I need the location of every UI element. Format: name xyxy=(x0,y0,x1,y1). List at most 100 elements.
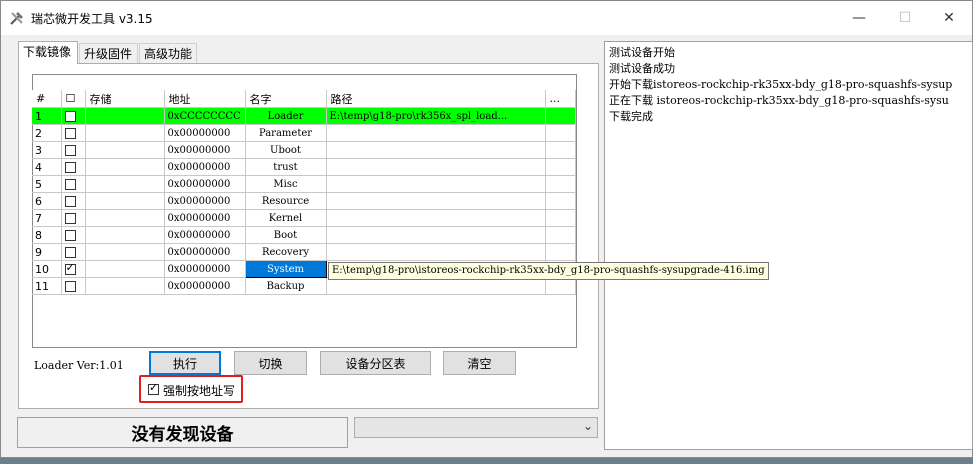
row-checkbox-cell[interactable] xyxy=(61,175,86,193)
row-checkbox[interactable] xyxy=(64,229,76,241)
row-storage[interactable] xyxy=(85,192,165,210)
row-more[interactable] xyxy=(545,226,576,244)
table-row[interactable]: 2 0x00000000 Parameter xyxy=(32,124,576,142)
row-more[interactable] xyxy=(545,277,576,295)
force-address-label[interactable]: 强制按地址写 xyxy=(163,382,235,399)
row-storage[interactable] xyxy=(85,175,165,193)
row-path[interactable] xyxy=(326,192,546,210)
row-checkbox[interactable] xyxy=(64,246,76,258)
row-address[interactable]: 0x00000000 xyxy=(164,175,246,193)
row-more[interactable] xyxy=(545,141,576,159)
row-checkbox-cell[interactable] xyxy=(61,124,86,142)
row-path[interactable] xyxy=(326,158,546,176)
col-header-more[interactable]: ... xyxy=(545,90,576,108)
row-checkbox[interactable] xyxy=(64,127,76,139)
row-storage[interactable] xyxy=(85,209,165,227)
col-header-index[interactable]: # xyxy=(32,90,62,108)
row-checkbox[interactable] xyxy=(64,195,76,207)
col-header-storage[interactable]: 存储 xyxy=(85,90,165,108)
row-address[interactable]: 0x00000000 xyxy=(164,141,246,159)
row-name[interactable]: Loader xyxy=(245,107,327,125)
row-name[interactable]: Misc xyxy=(245,175,327,193)
row-checkbox-cell[interactable] xyxy=(61,158,86,176)
row-checkbox-cell[interactable] xyxy=(61,141,86,159)
row-path[interactable] xyxy=(326,209,546,227)
table-row[interactable]: 3 0x00000000 Uboot xyxy=(32,141,576,159)
log-panel[interactable]: 测试设备开始 测试设备成功 开始下载istoreos-rockchip-rk35… xyxy=(604,41,973,450)
clear-button[interactable]: 清空 xyxy=(443,351,516,375)
table-row[interactable]: 5 0x00000000 Misc xyxy=(32,175,576,193)
partition-table-button[interactable]: 设备分区表 xyxy=(320,351,431,375)
row-checkbox[interactable] xyxy=(64,144,76,156)
row-path[interactable] xyxy=(326,141,546,159)
maximize-button[interactable]: ☐ xyxy=(882,1,928,35)
table-row[interactable]: 7 0x00000000 Kernel xyxy=(32,209,576,227)
row-checkbox[interactable] xyxy=(64,110,76,122)
table-row[interactable]: 4 0x00000000 trust xyxy=(32,158,576,176)
col-header-path[interactable]: 路径 xyxy=(326,90,546,108)
row-storage[interactable] xyxy=(85,243,165,261)
table-row[interactable]: 6 0x00000000 Resource xyxy=(32,192,576,210)
row-address[interactable]: 0xCCCCCCCC xyxy=(164,107,246,125)
row-path[interactable]: E:\temp\g18-pro\rk356x_spl_load... xyxy=(326,107,546,125)
row-checkbox[interactable] xyxy=(64,261,76,275)
row-address[interactable]: 0x00000000 xyxy=(164,277,246,295)
table-row[interactable]: 11 0x00000000 Backup xyxy=(32,277,576,295)
force-address-checkbox[interactable] xyxy=(148,381,159,395)
row-name[interactable]: Backup xyxy=(245,277,327,295)
row-checkbox-cell[interactable] xyxy=(61,226,86,244)
row-storage[interactable] xyxy=(85,226,165,244)
col-header-check[interactable]: ☐ xyxy=(61,90,86,108)
row-address[interactable]: 0x00000000 xyxy=(164,158,246,176)
run-button[interactable]: 执行 xyxy=(149,351,221,375)
switch-button[interactable]: 切换 xyxy=(234,351,307,375)
row-name[interactable]: Boot xyxy=(245,226,327,244)
row-name[interactable]: Parameter xyxy=(245,124,327,142)
row-checkbox-cell[interactable] xyxy=(61,107,86,125)
row-path[interactable] xyxy=(326,124,546,142)
row-checkbox-cell[interactable] xyxy=(61,243,86,261)
row-storage[interactable] xyxy=(85,141,165,159)
minimize-button[interactable]: — xyxy=(836,1,882,35)
close-button[interactable]: ✕ xyxy=(926,1,972,35)
row-name[interactable]: Uboot xyxy=(245,141,327,159)
row-storage[interactable] xyxy=(85,277,165,295)
row-address[interactable]: 0x00000000 xyxy=(164,124,246,142)
row-checkbox[interactable] xyxy=(64,280,76,292)
row-storage[interactable] xyxy=(85,260,165,278)
tab-download-image[interactable]: 下载镜像 xyxy=(18,41,78,64)
row-path[interactable] xyxy=(326,226,546,244)
row-path[interactable] xyxy=(326,277,546,295)
table-row[interactable]: 8 0x00000000 Boot xyxy=(32,226,576,244)
row-name[interactable]: Kernel xyxy=(245,209,327,227)
title-bar[interactable]: 瑞芯微开发工具 v3.15 — ☐ ✕ xyxy=(1,1,972,35)
row-checkbox-cell[interactable] xyxy=(61,192,86,210)
row-name[interactable]: Recovery xyxy=(245,243,327,261)
row-checkbox[interactable] xyxy=(64,161,76,173)
tab-upgrade-firmware[interactable]: 升级固件 xyxy=(79,43,138,63)
row-more[interactable] xyxy=(545,192,576,210)
row-address[interactable]: 0x00000000 xyxy=(164,260,246,278)
device-select[interactable]: ⌄ xyxy=(354,417,598,438)
row-path[interactable] xyxy=(326,243,546,261)
row-checkbox-cell[interactable] xyxy=(61,260,86,278)
table-row[interactable]: 1 0xCCCCCCCC Loader E:\temp\g18-pro\rk35… xyxy=(32,107,576,125)
row-checkbox-cell[interactable] xyxy=(61,277,86,295)
row-more[interactable] xyxy=(545,124,576,142)
chevron-down-icon[interactable]: ⌄ xyxy=(583,419,593,433)
row-address[interactable]: 0x00000000 xyxy=(164,209,246,227)
row-address[interactable]: 0x00000000 xyxy=(164,226,246,244)
row-checkbox[interactable] xyxy=(64,212,76,224)
row-storage[interactable] xyxy=(85,158,165,176)
row-storage[interactable] xyxy=(85,107,165,125)
tab-advanced[interactable]: 高级功能 xyxy=(139,43,197,63)
row-more[interactable] xyxy=(545,107,576,125)
row-more[interactable] xyxy=(545,243,576,261)
row-address[interactable]: 0x00000000 xyxy=(164,243,246,261)
row-name[interactable]: trust xyxy=(245,158,327,176)
table-row[interactable]: 9 0x00000000 Recovery xyxy=(32,243,576,261)
row-more[interactable] xyxy=(545,209,576,227)
row-more[interactable] xyxy=(545,158,576,176)
row-checkbox-cell[interactable] xyxy=(61,209,86,227)
row-storage[interactable] xyxy=(85,124,165,142)
